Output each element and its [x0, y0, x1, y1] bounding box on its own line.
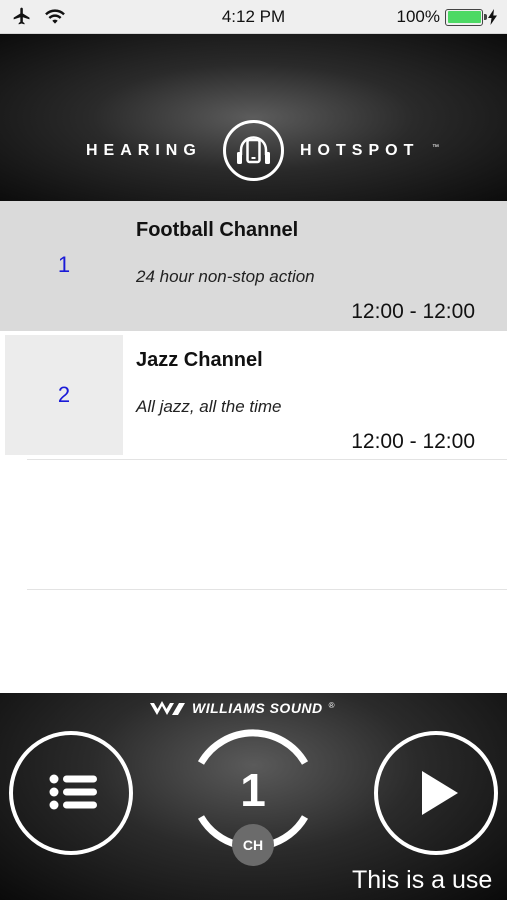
channel-badge: CH [232, 824, 274, 866]
trademark-symbol: ™ [432, 144, 439, 151]
battery-percent: 100% [396, 7, 440, 26]
williams-sound-w-icon [150, 701, 185, 715]
battery-icon [445, 8, 487, 26]
battery-tip [484, 13, 487, 20]
phone-headphones-icon [237, 136, 270, 164]
ticker-message: This is a use [352, 866, 493, 894]
channel-selector[interactable]: 1 CH [192, 725, 314, 866]
player-bar: WILLIAMS SOUND ® 1 CH This is a use [0, 693, 507, 900]
channel-name: Football Channel [136, 219, 299, 241]
channel-row-2[interactable]: 2 Jazz Channel All jazz, all the time 12… [0, 331, 507, 461]
current-channel-number: 1 [240, 764, 266, 816]
app-header: HEARING HOTSPOT ™ [0, 34, 507, 201]
charging-icon [488, 9, 497, 25]
hotspot-logo-icon [223, 120, 284, 181]
channel-name: Jazz Channel [136, 349, 263, 371]
list-divider [27, 589, 507, 590]
brand-text-right: HOTSPOT [300, 142, 420, 159]
registered-mark: ® [328, 700, 335, 710]
status-bar-right: 100% [397, 7, 497, 27]
play-icon [422, 771, 458, 815]
channel-description: All jazz, all the time [136, 397, 282, 416]
list-icon [49, 774, 97, 810]
channel-row-1[interactable]: 1 Football Channel 24 hour non-stop acti… [0, 201, 507, 331]
brand-text-left: HEARING [86, 142, 202, 159]
list-divider [27, 459, 507, 460]
channel-description: 24 hour non-stop action [136, 267, 315, 286]
channel-number: 2 [5, 335, 123, 455]
play-button[interactable] [374, 731, 498, 855]
channel-time: 12:00 - 12:00 [351, 300, 475, 323]
williams-sound-logo: WILLIAMS SOUND ® [150, 700, 335, 716]
status-bar: 4:12 PM 100% [0, 0, 507, 34]
williams-sound-text: WILLIAMS SOUND [192, 700, 323, 716]
battery-level [447, 11, 481, 23]
channel-list-button[interactable] [9, 731, 133, 855]
channel-number: 1 [57, 252, 71, 277]
channel-time: 12:00 - 12:00 [351, 430, 475, 453]
